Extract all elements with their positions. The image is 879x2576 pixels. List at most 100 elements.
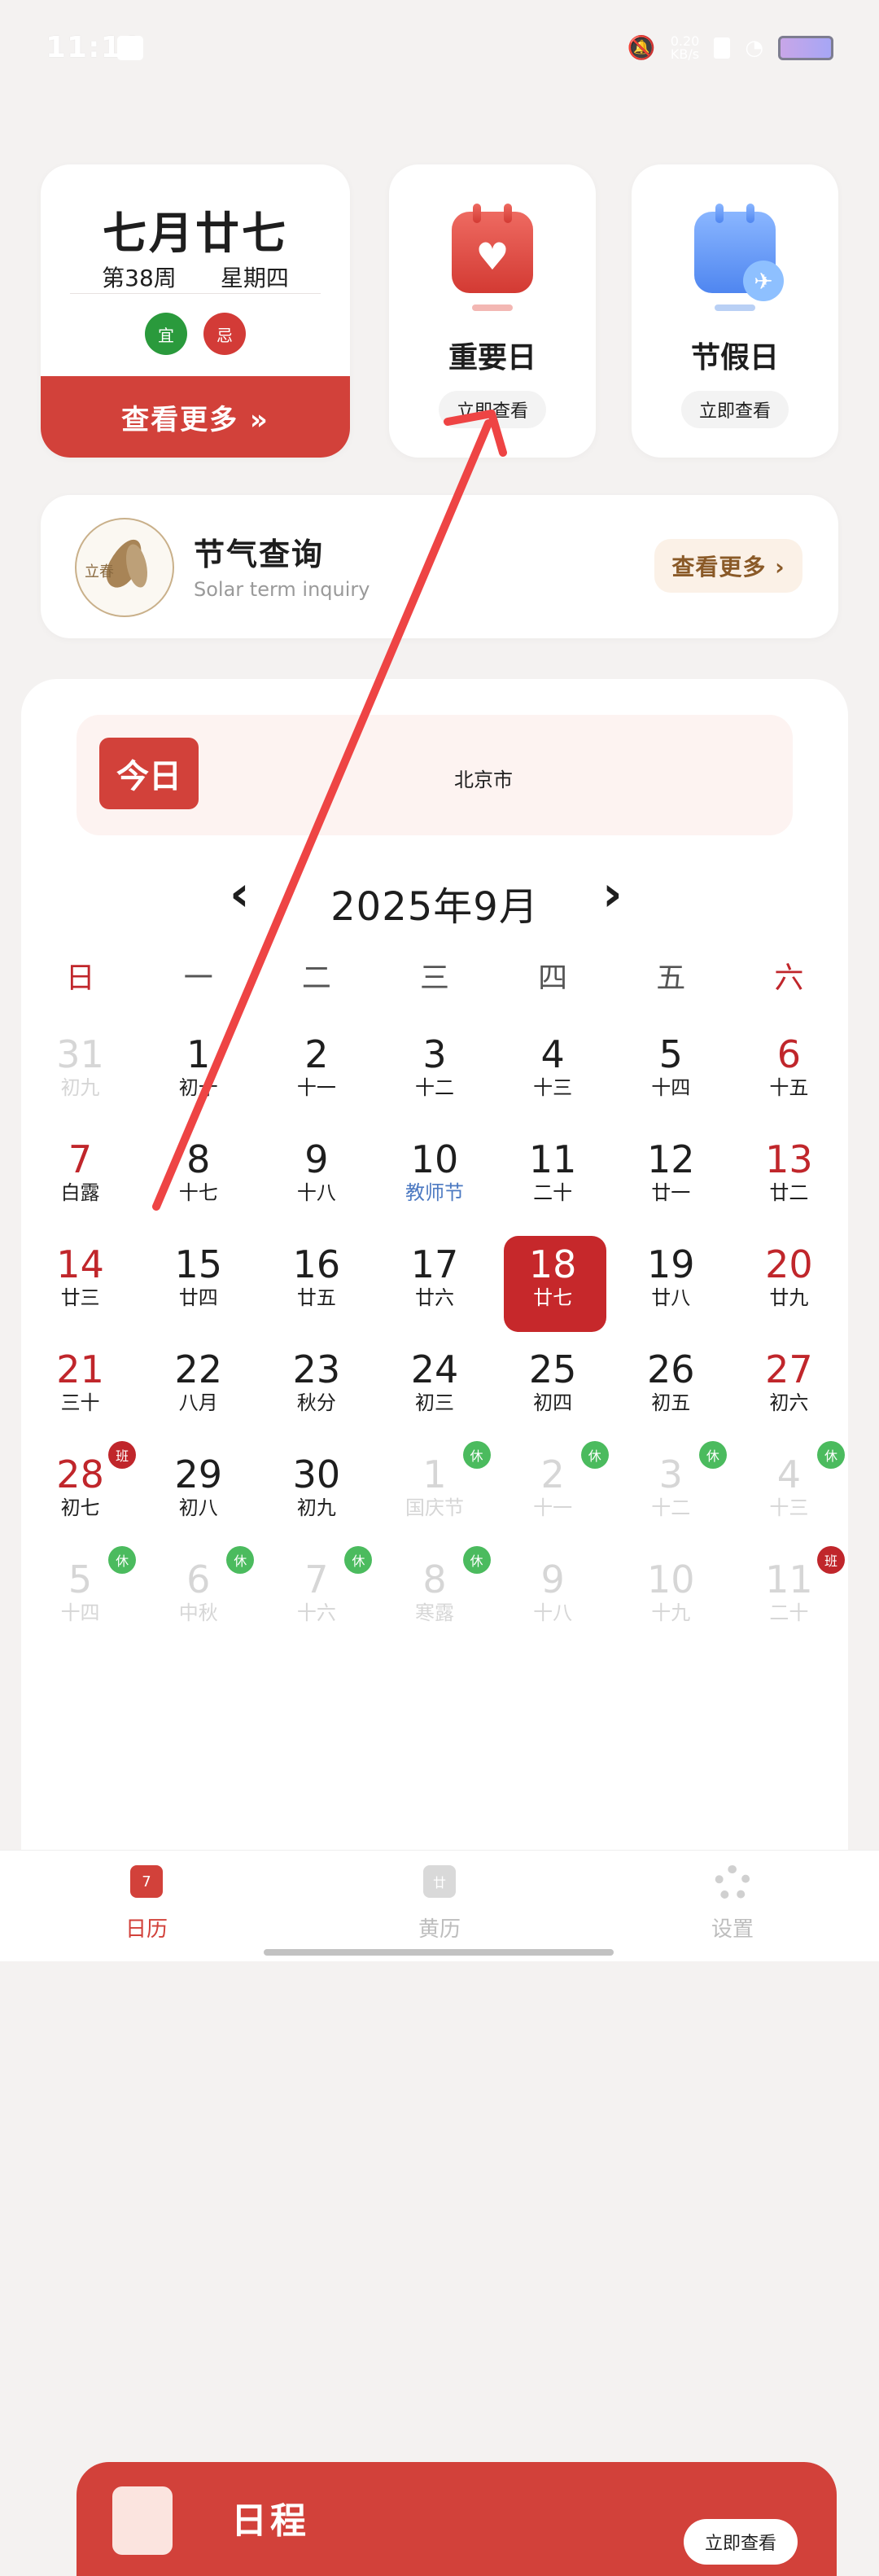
calendar-day-cell[interactable]: 26 初五 xyxy=(612,1339,730,1444)
calendar-day-cell[interactable]: 3 十二休 xyxy=(612,1441,730,1549)
calendar-day-cell[interactable]: 31 初九 xyxy=(21,1024,139,1129)
city-label[interactable]: 北京市 xyxy=(77,764,793,792)
calendar-day-cell[interactable]: 30 初九 xyxy=(257,1444,375,1549)
calendar-day-cell[interactable]: 5 十四休 xyxy=(21,1546,139,1654)
calendar-day-cell[interactable]: 9 十八 xyxy=(257,1129,375,1234)
battery-icon xyxy=(778,35,833,60)
calendar-day-cell[interactable]: 5 十四 xyxy=(612,1024,730,1129)
calendar-day-cell[interactable]: 4 十三 xyxy=(494,1024,612,1129)
lunar-day: 十三 xyxy=(769,1496,809,1519)
lunar-day: 十八 xyxy=(533,1601,573,1624)
calendar-day-cell[interactable]: 27 初六 xyxy=(730,1339,848,1444)
lunar-day: 十一 xyxy=(533,1496,573,1519)
tab-settings[interactable]: 设置 xyxy=(651,1865,814,1943)
lunar-day: 二十 xyxy=(769,1601,809,1624)
calendar-day-cell[interactable]: 19 廿八 xyxy=(612,1234,730,1339)
next-month-button[interactable]: › xyxy=(602,870,623,918)
solar-term-more-button[interactable]: 查看更多 › xyxy=(654,539,802,593)
view-more-button[interactable]: 查看更多 » xyxy=(41,376,350,458)
calendar-plane-icon: ✈ xyxy=(694,204,784,301)
day-number: 12 xyxy=(647,1137,695,1181)
tab-almanac[interactable]: 廿 黄历 xyxy=(358,1865,521,1943)
day-number: 10 xyxy=(410,1137,459,1181)
calendar-day-cell[interactable]: 16 廿五 xyxy=(257,1234,375,1339)
calendar-day-cell[interactable]: 21 三十 xyxy=(21,1339,139,1444)
calendar-day-cell[interactable]: 20 廿九 xyxy=(730,1234,848,1339)
calendar-day-cell[interactable]: 28 初七班 xyxy=(21,1441,139,1549)
day-number: 19 xyxy=(647,1242,695,1286)
ring-left xyxy=(473,204,481,223)
notification-icon xyxy=(117,36,143,60)
calendar-day-cell[interactable]: 1 初十 xyxy=(139,1024,257,1129)
holidays-view-button[interactable]: 立即查看 xyxy=(680,391,789,428)
calendar-day-cell[interactable]: 6 中秋休 xyxy=(139,1546,257,1654)
lunar-date: 七月廿七 xyxy=(103,208,288,259)
calendar-day-cell[interactable]: 3 十二 xyxy=(375,1024,493,1129)
calendar-day-cell[interactable]: 18 廿七 xyxy=(494,1234,612,1339)
calendar-day-cell[interactable]: 17 廿六 xyxy=(375,1234,493,1339)
calendar-day-cell[interactable]: 2 十一 xyxy=(257,1024,375,1129)
divider xyxy=(70,293,321,294)
day-number: 30 xyxy=(292,1452,341,1496)
tab-label: 日历 xyxy=(125,1917,168,1942)
calendar-day-cell[interactable]: 22 八月 xyxy=(139,1339,257,1444)
lunar-day: 十六 xyxy=(296,1601,336,1624)
calendar-day-cell[interactable]: 10 教师节 xyxy=(375,1129,493,1234)
calendar-day-cell[interactable]: 14 廿三 xyxy=(21,1234,139,1339)
calendar-day-cell[interactable]: 11 二十 xyxy=(494,1129,612,1234)
calendar-day-cell[interactable]: 24 初三 xyxy=(375,1339,493,1444)
calendar-day-cell[interactable]: 25 初四 xyxy=(494,1339,612,1444)
calendar-day-cell[interactable]: 8 寒露休 xyxy=(375,1546,493,1654)
calendar-day-cell[interactable]: 11 二十班 xyxy=(730,1546,848,1654)
day-number: 15 xyxy=(174,1242,222,1286)
calendar-day-cell[interactable]: 7 白露 xyxy=(21,1129,139,1234)
calendar-day-cell[interactable]: 23 秋分 xyxy=(257,1339,375,1444)
schedule-view-button[interactable]: 立即查看 xyxy=(684,2519,798,2565)
ring-right xyxy=(746,204,754,223)
holidays-card[interactable]: ✈ 节假日 立即查看 xyxy=(632,164,838,458)
lunar-day: 初四 xyxy=(533,1391,573,1414)
day-number: 1 xyxy=(186,1032,211,1076)
rest-day-badge: 休 xyxy=(698,1441,727,1469)
calendar-day-cell[interactable]: 29 初八 xyxy=(139,1444,257,1549)
solar-term-card[interactable]: 立春 节气查询 Solar term inquiry 查看更多 › xyxy=(41,495,838,638)
schedule-title: 日程 xyxy=(231,2500,309,2542)
weekday-label: 日 xyxy=(65,962,95,995)
important-days-card[interactable]: ♥ 重要日 立即查看 xyxy=(389,164,596,458)
important-days-view-button[interactable]: 立即查看 xyxy=(438,391,547,428)
schedule-icon xyxy=(112,2486,173,2555)
lunar-day: 初八 xyxy=(178,1496,218,1519)
calendar-day-cell[interactable]: 4 十三休 xyxy=(730,1441,848,1549)
calendar-day-cell[interactable]: 2 十一休 xyxy=(494,1441,612,1549)
calendar-day-cell[interactable]: 7 十六休 xyxy=(257,1546,375,1654)
lunar-day: 初九 xyxy=(296,1496,336,1519)
calendar-day-cell[interactable]: 15 廿四 xyxy=(139,1234,257,1339)
lunar-day: 国庆节 xyxy=(405,1496,464,1519)
day-number: 2 xyxy=(304,1032,329,1076)
day-number: 9 xyxy=(304,1137,329,1181)
home-indicator[interactable] xyxy=(264,1949,614,1956)
day-number: 21 xyxy=(56,1347,104,1391)
tab-calendar[interactable]: 7 日历 xyxy=(65,1865,228,1943)
calendar-day-cell[interactable]: 8 十七 xyxy=(139,1129,257,1234)
lunar-day: 十四 xyxy=(651,1076,691,1099)
day-number: 6 xyxy=(776,1032,802,1076)
calendar-day-cell[interactable]: 13 廿二 xyxy=(730,1129,848,1234)
calendar-icon: 7 xyxy=(130,1865,163,1898)
calendar-day-cell[interactable]: 10 十九 xyxy=(612,1549,730,1654)
day-number: 25 xyxy=(528,1347,577,1391)
lunar-card[interactable]: 七月廿七 第38周 星期四 宜 忌 查看更多 » xyxy=(41,164,350,458)
lunar-day: 廿二 xyxy=(769,1181,809,1204)
lunar-day: 廿九 xyxy=(769,1286,809,1309)
day-number: 5 xyxy=(658,1032,683,1076)
day-number: 17 xyxy=(410,1242,459,1286)
calendar-panel: 今日 北京市 ‹ 2025年9月 › 日 一 二 三 四 五 六 31 初九 1 初十… xyxy=(21,679,848,2576)
calendar-day-cell[interactable]: 1 国庆节休 xyxy=(375,1441,493,1549)
month-title[interactable]: 2025年9月 xyxy=(21,874,848,931)
lunar-day: 十九 xyxy=(651,1601,691,1624)
calendar-day-cell[interactable]: 6 十五 xyxy=(730,1024,848,1129)
schedule-card[interactable]: 日程 立即查看 xyxy=(77,2462,837,2576)
calendar-day-cell[interactable]: 12 廿一 xyxy=(612,1129,730,1234)
almanac-icon: 廿 xyxy=(423,1865,456,1898)
calendar-day-cell[interactable]: 9 十八 xyxy=(494,1549,612,1654)
